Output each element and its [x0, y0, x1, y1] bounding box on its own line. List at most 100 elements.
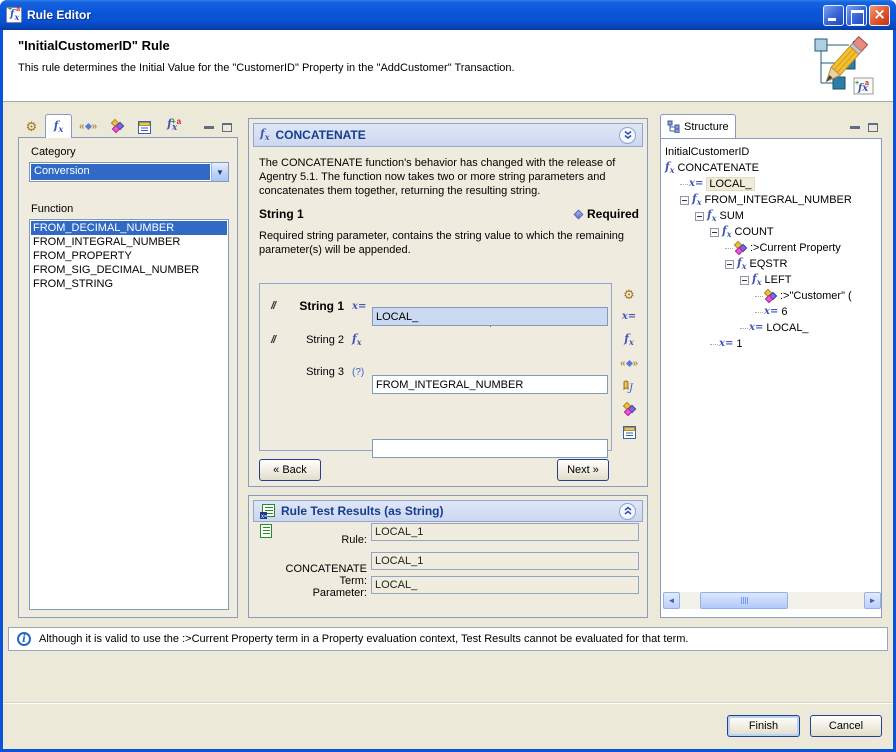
term-type-button[interactable] [623, 425, 636, 439]
parameter-row: String 3 (?) [260, 362, 611, 382]
page-description: This rule determines the Initial Value f… [18, 62, 515, 74]
fx-icon: fx [707, 209, 717, 222]
tree-node[interactable]: fxLEFT [661, 272, 881, 288]
term-type-button[interactable]: J [622, 379, 637, 393]
parameter-input[interactable] [372, 439, 608, 458]
function-list-item[interactable]: FROM_SIG_DECIMAL_NUMBER [31, 263, 227, 277]
result-value[interactable] [371, 576, 639, 594]
tree-node-label: 1 [736, 338, 742, 350]
tree-node[interactable]: :>Current Property [661, 240, 881, 256]
panel-minimize-icon[interactable] [204, 126, 214, 129]
scroll-right-icon[interactable]: ► [864, 592, 881, 609]
category-label: Category [31, 146, 76, 158]
function-list-item[interactable]: FROM_DECIMAL_NUMBER [31, 221, 227, 235]
tree-node[interactable]: x=1 [661, 336, 881, 352]
tree-connector [740, 328, 748, 329]
term-type-button[interactable]: fx [624, 333, 634, 347]
maximize-button[interactable] [846, 5, 867, 26]
tree-node[interactable]: :>"Customer" ( [661, 288, 881, 304]
parameter-label: String 3 [286, 366, 344, 378]
minimize-button[interactable] [823, 5, 844, 26]
term-type-button[interactable]: «» [620, 356, 638, 370]
info-message: Although it is valid to use the :>Curren… [39, 633, 688, 645]
structure-tree: InitialCustomerIDfxCONCATENATEx=LOCAL_fx… [660, 138, 882, 618]
tree-node[interactable]: fxCONCATENATE [661, 160, 881, 176]
term-type-toolbar: ⚙ x= fx «» J [619, 287, 639, 439]
panel-minimize-icon[interactable] [850, 126, 860, 129]
result-value[interactable] [371, 523, 639, 541]
question-icon: (?) [352, 367, 364, 378]
next-button[interactable]: Next » [557, 459, 609, 481]
tab-diamonds[interactable] [104, 114, 131, 138]
scrollbar-track[interactable] [680, 592, 864, 609]
tree-node[interactable]: fxEQSTR [661, 256, 881, 272]
tree-node-label: LOCAL_ [706, 177, 754, 191]
tree-node[interactable]: x=6 [661, 304, 881, 320]
result-label: Parameter: [279, 587, 367, 599]
close-button[interactable] [869, 5, 890, 26]
clipboard-icon [623, 425, 636, 439]
tab-fx[interactable]: fx [45, 114, 72, 138]
tree-connector [725, 248, 733, 249]
required-diamond-icon [574, 209, 584, 219]
tab-gear[interactable]: ⚙ [18, 114, 45, 138]
tab-fx-new[interactable]: +afx [158, 114, 188, 138]
info-icon: i [17, 632, 31, 646]
tree-node-label: LOCAL_ [766, 322, 808, 334]
category-combobox[interactable]: Conversion ▼ [29, 162, 229, 182]
parameter-description: Required string parameter, contains the … [259, 229, 639, 257]
cancel-button[interactable]: Cancel [810, 715, 882, 737]
window-title: Rule Editor [27, 8, 823, 22]
tree-node-label: :>"Customer" ( [780, 290, 852, 302]
fx-icon: fx [692, 193, 702, 206]
x-equals-icon: x= [352, 301, 366, 312]
term-type-button[interactable]: ⚙ [623, 287, 635, 301]
tree-node-label: FROM_INTEGRAL_NUMBER [705, 194, 852, 206]
combobox-dropdown-button[interactable]: ▼ [211, 163, 228, 181]
tree-expander-icon[interactable] [740, 276, 749, 285]
tree-node[interactable]: fxFROM_INTEGRAL_NUMBER [661, 192, 881, 208]
finish-button[interactable]: Finish [727, 715, 800, 737]
tree-node[interactable]: fxSUM [661, 208, 881, 224]
tree-expander-icon[interactable] [725, 260, 734, 269]
back-button[interactable]: « Back [259, 459, 321, 481]
tree-node[interactable]: InitialCustomerID [661, 144, 881, 160]
tree-connector [680, 184, 688, 185]
term-type-button[interactable]: x= [622, 310, 636, 324]
tree-node[interactable]: x=LOCAL_ [661, 176, 881, 192]
result-label: Rule: [279, 534, 367, 546]
expand-section-button[interactable] [619, 503, 636, 520]
panel-maximize-icon[interactable] [868, 123, 878, 132]
diamonds-icon [764, 290, 777, 303]
tree-expander-icon[interactable] [680, 196, 689, 205]
diamonds-icon [623, 403, 636, 416]
function-list-item[interactable]: FROM_INTEGRAL_NUMBER [31, 235, 227, 249]
horizontal-scrollbar[interactable]: ◄ ► [663, 592, 881, 609]
dialog-body: "InitialCustomerID" Rule This rule deter… [3, 30, 893, 749]
parameter-input[interactable] [372, 307, 608, 326]
function-list-item[interactable]: FROM_STRING [31, 277, 227, 291]
scrollbar-thumb[interactable] [700, 592, 788, 609]
function-list[interactable]: FROM_DECIMAL_NUMBERFROM_INTEGRAL_NUMBERF… [29, 219, 229, 610]
tree-node[interactable]: fxCOUNT [661, 224, 881, 240]
collapse-section-button[interactable] [619, 127, 636, 144]
tab-structure[interactable]: Structure [660, 114, 736, 138]
test-results-header-bar: x= Rule Test Results (as String) [253, 500, 643, 522]
parameter-title: String 1 [259, 207, 575, 221]
tab-clipboard[interactable] [131, 114, 158, 138]
fx-icon: fx [752, 273, 762, 286]
tab-angle-diamond[interactable]: «» [72, 114, 104, 138]
chevron-double-up-icon [623, 506, 633, 516]
tree-expander-icon[interactable] [695, 212, 704, 221]
tree-node-label: InitialCustomerID [665, 146, 749, 158]
function-list-item[interactable]: FROM_PROPERTY [31, 249, 227, 263]
scroll-left-icon[interactable]: ◄ [663, 592, 680, 609]
tree-node[interactable]: x=LOCAL_ [661, 320, 881, 336]
result-value[interactable] [371, 552, 639, 570]
tree-expander-icon[interactable] [710, 228, 719, 237]
info-message-bar: i Although it is valid to use the :>Curr… [8, 627, 888, 651]
fx-icon: fx [54, 120, 64, 133]
term-type-button[interactable] [623, 402, 636, 416]
result-label: CONCATENATE Term: [279, 563, 367, 587]
panel-maximize-icon[interactable] [222, 123, 232, 132]
